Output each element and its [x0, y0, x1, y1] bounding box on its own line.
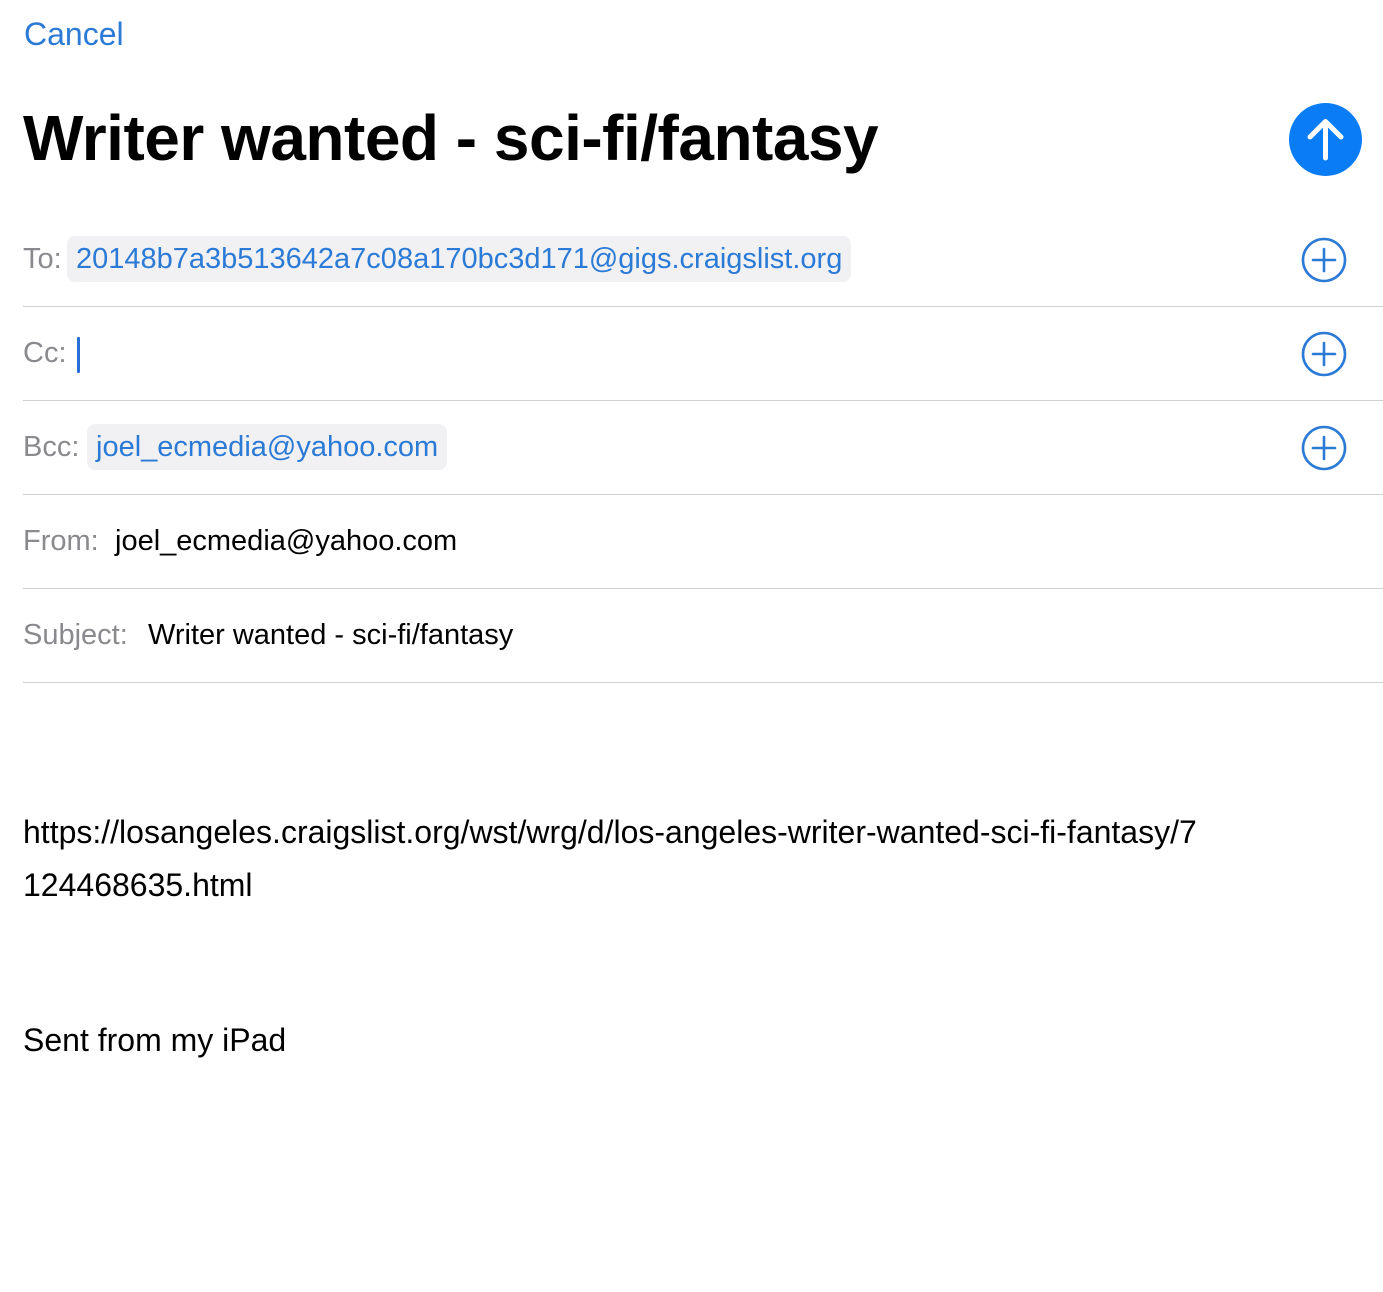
subject-field-row[interactable]: Subject: Writer wanted - sci-fi/fantasy: [23, 589, 1383, 683]
bcc-label: Bcc:: [23, 431, 80, 463]
cc-label: Cc:: [23, 337, 67, 369]
arrow-up-icon: [1307, 119, 1344, 161]
add-bcc-recipient-button[interactable]: [1301, 425, 1347, 471]
message-link-text: https://losangeles.craigslist.org/wst/wr…: [23, 814, 1197, 903]
message-signature: Sent from my iPad: [23, 1022, 287, 1058]
add-to-recipient-button[interactable]: [1301, 237, 1347, 283]
compose-title: Writer wanted - sci-fi/fantasy: [23, 102, 879, 174]
text-cursor: [77, 337, 80, 373]
send-button[interactable]: [1289, 103, 1362, 176]
from-label: From:: [23, 525, 99, 557]
to-recipient-chip[interactable]: 20148b7a3b513642a7c08a170bc3d171@gigs.cr…: [67, 236, 852, 282]
cc-field-row: Cc:: [23, 307, 1383, 401]
add-cc-recipient-button[interactable]: [1301, 331, 1347, 377]
from-field-row[interactable]: From: joel_ecmedia@yahoo.com: [23, 495, 1383, 589]
cc-input[interactable]: [81, 307, 1281, 400]
subject-label: Subject:: [23, 619, 128, 651]
message-body[interactable]: https://losangeles.craigslist.org/wst/wr…: [23, 700, 1323, 1260]
to-label: To:: [23, 243, 62, 275]
to-field-row: To: 20148b7a3b513642a7c08a170bc3d171@gig…: [23, 213, 1383, 307]
from-value[interactable]: joel_ecmedia@yahoo.com: [115, 495, 457, 588]
bcc-recipient-chip[interactable]: joel_ecmedia@yahoo.com: [87, 424, 448, 470]
cancel-button[interactable]: Cancel: [24, 12, 124, 56]
subject-input[interactable]: Writer wanted - sci-fi/fantasy: [148, 589, 513, 682]
bcc-field-row: Bcc: joel_ecmedia@yahoo.com: [23, 401, 1383, 495]
